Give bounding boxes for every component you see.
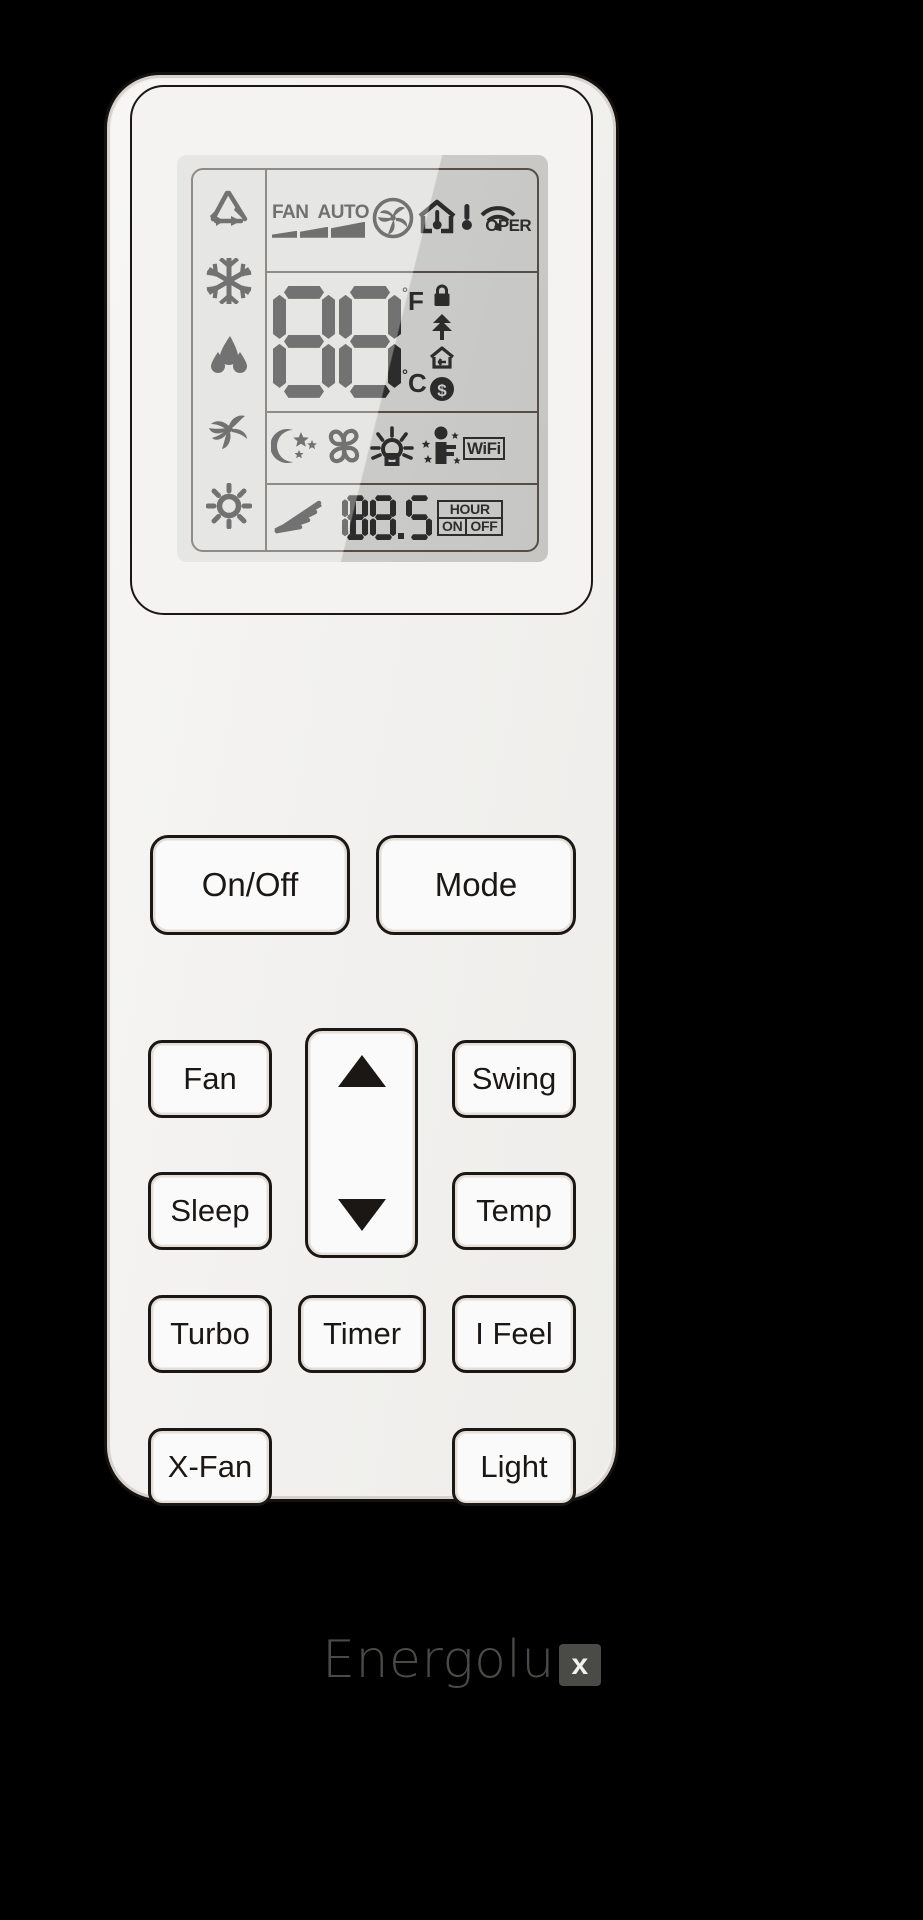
lcd-right-column: FAN AUTO OPER ° F ° C $ WiFi HOUR ON OFF	[267, 170, 537, 550]
mode-button-label: Mode	[434, 866, 518, 903]
turbo-button[interactable]: Turbo	[148, 1295, 272, 1373]
outdoor-thermometer-icon	[460, 199, 474, 242]
temperature-digits	[273, 285, 401, 398]
x-fan-button-label: X-Fan	[167, 1449, 253, 1484]
lcd-function-row: WiFi	[267, 413, 537, 486]
light-button-label: Light	[480, 1449, 548, 1484]
timer-digit-1	[330, 495, 356, 540]
celsius-unit: ° C	[402, 366, 427, 398]
svg-text:$: $	[437, 381, 447, 400]
timer-off-label: OFF	[465, 518, 503, 536]
sleep-button-label: Sleep	[170, 1193, 250, 1228]
temperature-side-icons: $	[428, 284, 456, 401]
timer-digits	[330, 495, 432, 541]
x-fan-button[interactable]: X-Fan	[148, 1428, 272, 1506]
i-feel-button-label: I Feel	[475, 1316, 553, 1351]
oper-label: OPER	[485, 216, 531, 235]
temp-button-label: Temp	[476, 1193, 552, 1228]
brand-x-badge: x	[558, 1644, 601, 1686]
timer-decimal-point	[398, 533, 404, 540]
fahrenheit-letter: F	[408, 285, 424, 316]
temp-button[interactable]: Temp	[452, 1172, 576, 1250]
i-feel-person-icon	[419, 424, 461, 473]
temperature-digit-right	[339, 285, 401, 398]
lcd-temperature-row: ° F ° C $	[267, 273, 537, 414]
auto-label: AUTO	[317, 201, 370, 223]
mode-icon-column	[193, 170, 267, 550]
auto-mode-icon	[207, 189, 251, 227]
light-button[interactable]: Light	[452, 1428, 576, 1506]
fan-speed-block: FAN AUTO	[272, 203, 369, 238]
turbo-button-label: Turbo	[170, 1316, 250, 1351]
fan-button[interactable]: Fan	[148, 1040, 272, 1118]
i-feel-button[interactable]: I Feel	[452, 1295, 576, 1373]
temperature-digit-left	[273, 285, 335, 398]
fan-blades-icon	[372, 197, 414, 244]
sleep-button[interactable]: Sleep	[148, 1172, 272, 1250]
on-off-button[interactable]: On/Off	[150, 835, 350, 935]
lcd-frame: FAN AUTO OPER ° F ° C $ WiFi HOUR ON OFF	[191, 168, 539, 552]
celsius-letter: C	[408, 367, 427, 398]
wifi-badge-label: WiFi	[463, 436, 505, 460]
timer-digit-3	[370, 495, 396, 541]
timer-digit-2	[342, 495, 368, 541]
indoor-temperature-house-icon	[417, 199, 457, 242]
lcd-timer-row: HOUR ON OFF	[267, 485, 537, 550]
fan-speed-bars	[272, 221, 369, 238]
timer-button-label: Timer	[322, 1316, 402, 1351]
home-return-icon	[429, 346, 455, 375]
heat-mode-sun-icon	[206, 482, 252, 529]
lcd-status-row: FAN AUTO OPER	[267, 170, 537, 273]
swing-louver-icon	[272, 493, 328, 542]
degree-symbol-f: °	[402, 284, 408, 302]
triangle-up-icon[interactable]	[337, 1055, 386, 1087]
fan-label: FAN	[272, 201, 309, 223]
screenshot-root: FAN AUTO OPER ° F ° C $ WiFi HOUR ON OFF…	[0, 0, 923, 1920]
swing-button-label: Swing	[471, 1061, 557, 1096]
triangle-down-icon[interactable]	[337, 1199, 386, 1231]
sleep-moon-stars-icon	[270, 424, 321, 473]
dry-mode-droplet-icon	[206, 334, 252, 376]
brand-logo: Energolu x	[0, 1630, 923, 1690]
mode-button[interactable]: Mode	[376, 835, 576, 935]
fan-button-label: Fan	[183, 1061, 237, 1096]
cool-mode-snowflake-icon	[206, 257, 252, 304]
fan-mode-icon	[205, 406, 253, 452]
swing-button[interactable]: Swing	[452, 1040, 576, 1118]
hour-label: HOUR	[437, 499, 503, 519]
dollar-saving-icon: $	[428, 375, 456, 408]
temperature-units: ° F ° C	[402, 284, 427, 398]
light-bulb-icon	[367, 424, 417, 473]
timer-on-label: ON	[437, 518, 466, 536]
fahrenheit-unit: ° F	[402, 284, 427, 316]
tree-energy-saving-icon	[429, 313, 455, 346]
x-fan-clover-icon	[323, 424, 365, 473]
degree-symbol-c: °	[402, 366, 408, 384]
lcd-display: FAN AUTO OPER ° F ° C $ WiFi HOUR ON OFF	[177, 155, 548, 562]
timer-hour-badge: HOUR ON OFF	[437, 499, 503, 536]
timer-button[interactable]: Timer	[298, 1295, 426, 1373]
lock-icon	[432, 284, 452, 313]
temperature-stepper[interactable]	[305, 1028, 418, 1258]
timer-digit-4	[406, 495, 432, 541]
brand-name: Energolu	[322, 1630, 555, 1690]
on-off-button-label: On/Off	[201, 866, 299, 903]
